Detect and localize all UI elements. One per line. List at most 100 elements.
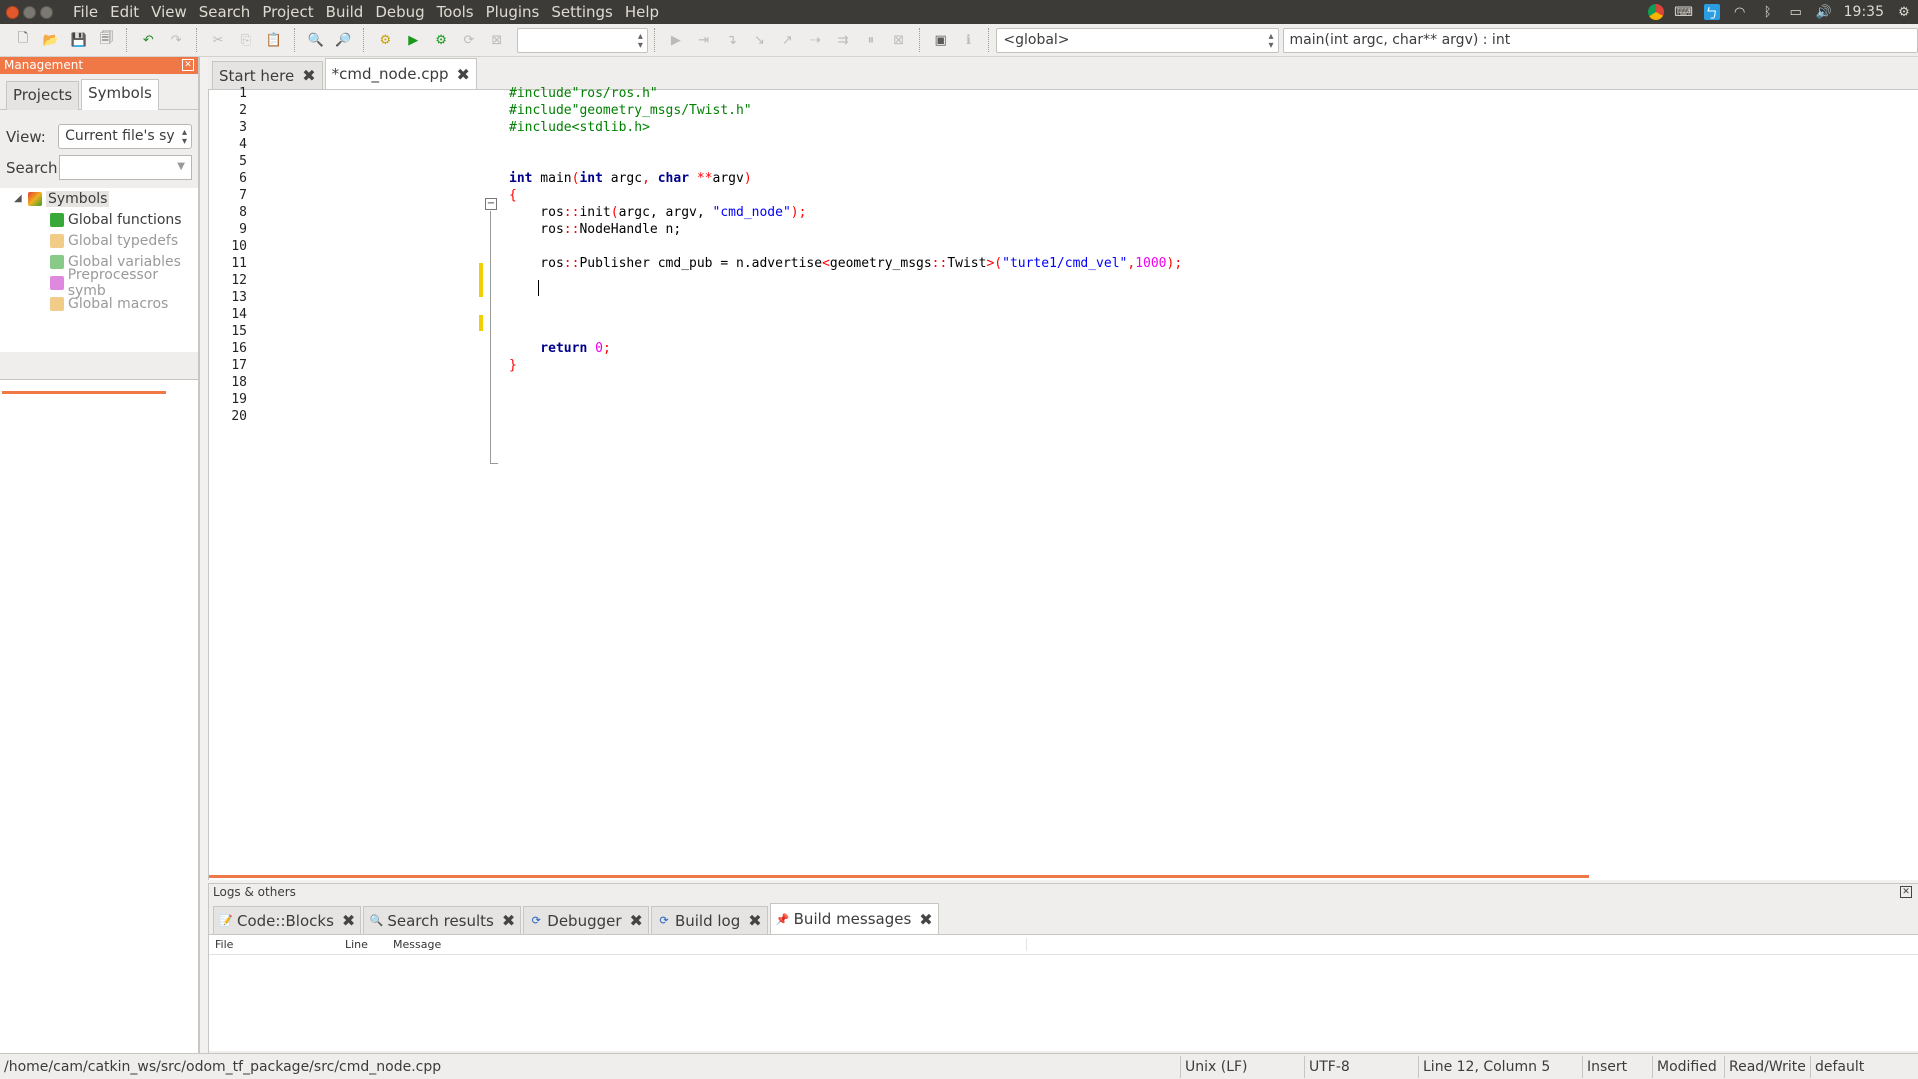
open-file-icon[interactable]: 📂 — [40, 29, 62, 51]
keyboard-icon[interactable]: ⌨ — [1674, 4, 1693, 20]
debug-start-icon[interactable]: ▶ — [665, 29, 687, 51]
step-out-icon[interactable]: ↗ — [776, 29, 798, 51]
chrome-icon[interactable] — [1647, 4, 1664, 20]
menu-plugins[interactable]: Plugins — [480, 0, 546, 24]
debug-info-icon[interactable]: ℹ — [958, 29, 980, 51]
close-icon[interactable]: ✕ — [1900, 886, 1912, 898]
debug-windows-icon[interactable]: ▣ — [930, 29, 952, 51]
line-number[interactable]: 18 — [209, 375, 261, 390]
menu-help[interactable]: Help — [619, 0, 665, 24]
line-number[interactable]: 11 — [209, 256, 261, 271]
redo-icon[interactable]: ↷ — [165, 29, 187, 51]
tab-cmd-node-cpp[interactable]: *cmd_node.cpp ✖ — [324, 58, 477, 89]
tab-build-messages[interactable]: 📌 Build messages ✖ — [769, 903, 939, 934]
bluetooth-icon[interactable]: ᛒ — [1760, 4, 1776, 20]
close-tab-icon[interactable]: ✖ — [342, 911, 355, 930]
line-number[interactable]: 5 — [209, 154, 261, 169]
next-instruction-icon[interactable]: ⇢ — [804, 29, 826, 51]
replace-icon[interactable]: 🔎 — [333, 29, 355, 51]
save-all-icon[interactable]: 🗐 — [96, 29, 118, 51]
step-instruction-icon[interactable]: ⇉ — [832, 29, 854, 51]
scope-combo[interactable]: <global> ▴ ▾ — [996, 27, 1279, 53]
function-combo[interactable]: main(int argc, char** argv) : int — [1282, 27, 1918, 53]
code-editor[interactable]: 1 2 3 4 5 6 7 8 9 10 11 12 13 14 15 16 17 18 19 20 − #inclu… — [208, 86, 1918, 880]
column-file[interactable]: File — [209, 938, 339, 951]
battery-icon[interactable]: ▭ — [1788, 4, 1804, 20]
tab-search-results[interactable]: 🔍 Search results ✖ — [363, 906, 522, 934]
tab-build-log[interactable]: ⟳ Build log ✖ — [650, 906, 768, 934]
symbol-search-input[interactable]: ▼ — [59, 155, 192, 180]
stop-icon[interactable]: ⊠ — [888, 29, 910, 51]
line-number[interactable]: 20 — [209, 409, 261, 424]
menu-file[interactable]: File — [67, 0, 104, 24]
run-to-cursor-icon[interactable]: ⇥ — [693, 29, 715, 51]
step-into-icon[interactable]: ↘ — [749, 29, 771, 51]
abort-icon[interactable]: ⊠ — [486, 29, 508, 51]
window-maximize-button[interactable] — [40, 5, 53, 19]
build-target-combo[interactable]: ▴ ▾ — [516, 27, 648, 53]
tree-node-symbols[interactable]: ◢ Symbols — [14, 188, 198, 209]
tab-projects[interactable]: Projects — [6, 81, 80, 110]
line-number[interactable]: 1 — [209, 86, 261, 101]
tree-node-global-functions[interactable]: Global functions — [14, 209, 198, 230]
tree-node-preprocessor-symbols[interactable]: Preprocessor symb — [14, 267, 198, 299]
pause-icon[interactable]: ⏸ — [860, 29, 882, 51]
wifi-icon[interactable]: ◠ — [1732, 4, 1748, 20]
window-minimize-button[interactable] — [23, 5, 36, 19]
close-tab-icon[interactable]: ✖ — [919, 910, 932, 929]
close-tab-icon[interactable]: ✖ — [502, 911, 515, 930]
rebuild-icon[interactable]: ⟳ — [458, 29, 480, 51]
line-number[interactable]: 15 — [209, 324, 261, 339]
build-icon[interactable]: ⚙ — [374, 29, 396, 51]
line-number[interactable]: 7 — [209, 188, 261, 203]
menu-debug[interactable]: Debug — [369, 0, 430, 24]
volume-icon[interactable]: 🔊 — [1816, 4, 1832, 20]
line-number[interactable]: 2 — [209, 103, 261, 118]
line-number[interactable]: 9 — [209, 222, 261, 237]
column-line[interactable]: Line — [339, 938, 387, 951]
next-line-icon[interactable]: ↴ — [721, 29, 743, 51]
input-method-icon[interactable]: ㄅ — [1703, 4, 1720, 22]
build-messages-list[interactable] — [209, 955, 1918, 1051]
window-close-button[interactable] — [6, 5, 19, 19]
undo-icon[interactable]: ↶ — [137, 29, 159, 51]
line-number[interactable]: 12 — [209, 273, 261, 288]
menu-build[interactable]: Build — [320, 0, 370, 24]
panel-resize-handle[interactable] — [2, 391, 166, 394]
menu-search[interactable]: Search — [193, 0, 257, 24]
column-message[interactable]: Message — [387, 938, 1027, 951]
horizontal-scrollbar[interactable] — [209, 875, 1589, 878]
find-icon[interactable]: 🔍 — [305, 29, 327, 51]
tab-codeblocks-log[interactable]: 📝 Code::Blocks ✖ — [213, 906, 362, 934]
chevron-down-icon[interactable]: ▼ — [177, 161, 185, 172]
line-number[interactable]: 10 — [209, 239, 261, 254]
line-number[interactable]: 6 — [209, 171, 261, 186]
fold-icon[interactable]: − — [485, 198, 497, 210]
build-and-run-icon[interactable]: ⚙ — [430, 29, 452, 51]
line-number[interactable]: 13 — [209, 290, 261, 305]
menu-project[interactable]: Project — [256, 0, 319, 24]
line-number[interactable]: 14 — [209, 307, 261, 322]
tab-debugger[interactable]: ⟳ Debugger ✖ — [523, 906, 649, 934]
close-tab-icon[interactable]: ✖ — [457, 65, 470, 84]
copy-icon[interactable]: ⎘ — [235, 29, 257, 51]
close-tab-icon[interactable]: ✖ — [630, 911, 643, 930]
menu-view[interactable]: View — [145, 0, 193, 24]
save-icon[interactable]: 💾 — [68, 29, 90, 51]
close-icon[interactable]: ✕ — [182, 59, 194, 71]
tab-start-here[interactable]: Start here ✖ — [212, 61, 323, 89]
clock[interactable]: 19:35 — [1844, 4, 1884, 20]
line-number[interactable]: 19 — [209, 392, 261, 407]
cut-icon[interactable]: ✂ — [207, 29, 229, 51]
close-tab-icon[interactable]: ✖ — [748, 911, 761, 930]
tree-node-global-typedefs[interactable]: Global typedefs — [14, 230, 198, 251]
run-icon[interactable]: ▶ — [402, 29, 424, 51]
menu-tools[interactable]: Tools — [431, 0, 480, 24]
line-number[interactable]: 17 — [209, 358, 261, 373]
expander-icon[interactable]: ◢ — [14, 193, 28, 204]
view-select[interactable]: Current file's sy ▴ ▾ — [58, 124, 192, 149]
new-file-icon[interactable]: 🗋 — [12, 29, 34, 51]
line-number[interactable]: 8 — [209, 205, 261, 220]
line-number[interactable]: 3 — [209, 120, 261, 135]
close-tab-icon[interactable]: ✖ — [302, 66, 315, 85]
